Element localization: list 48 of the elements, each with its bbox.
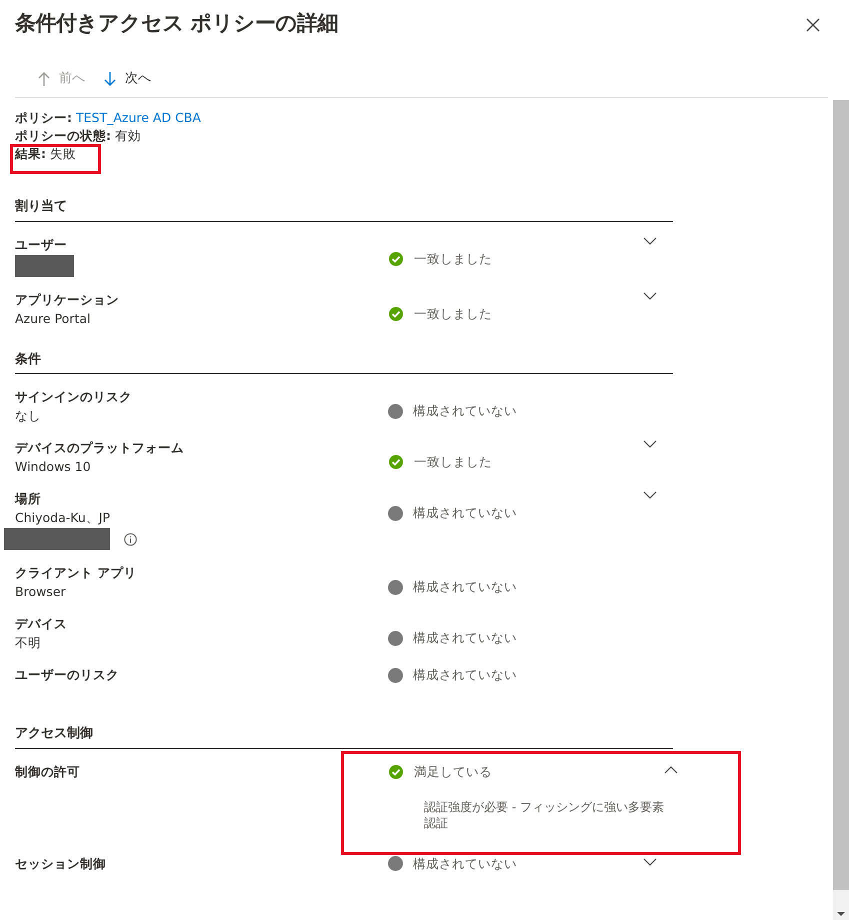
status-text: 一致しました (414, 250, 492, 268)
scroll-down-icon[interactable] (837, 912, 845, 916)
field-label: デバイス (15, 615, 68, 633)
policy-link[interactable]: TEST_Azure AD CBA (76, 109, 201, 127)
field-value: 不明 (15, 634, 42, 652)
field-label: アプリケーション (15, 290, 120, 308)
field-value: Browser (15, 583, 67, 601)
field-label: 結果: (15, 145, 46, 163)
status-text: 構成されていない (413, 629, 517, 647)
section-heading: 割り当て (15, 198, 68, 216)
status-text: 構成されていない (413, 578, 517, 596)
field-label: ポリシーの状態: (15, 127, 111, 145)
expand-chevron-icon[interactable] (643, 290, 657, 300)
info-icon[interactable] (124, 532, 137, 546)
expand-chevron-icon[interactable] (643, 236, 657, 246)
panel-title: 条件付きアクセス ポリシーの詳細 (15, 10, 338, 37)
field-label: サインインのリスク (15, 388, 133, 406)
status-text: 満足している (414, 762, 492, 780)
status-text: 構成されていない (413, 402, 517, 420)
status-text: 構成されていない (413, 504, 517, 522)
expand-chevron-icon[interactable] (643, 856, 657, 866)
scrollbar[interactable] (833, 100, 849, 920)
status-text: 構成されていない (413, 854, 517, 872)
field-label: ユーザー (15, 236, 68, 254)
field-label: セッション制御 (15, 854, 107, 872)
collapse-chevron-icon[interactable] (664, 764, 678, 774)
field-label: デバイスのプラットフォーム (15, 439, 185, 457)
status-text: 一致しました (414, 453, 492, 471)
field-value: 失敗 (50, 145, 76, 163)
close-button[interactable] (805, 17, 821, 33)
expand-chevron-icon[interactable] (643, 439, 657, 449)
expand-chevron-icon[interactable] (643, 490, 657, 500)
field-value: 有効 (115, 127, 141, 145)
field-value: なし (15, 407, 42, 425)
section-heading: アクセス制御 (15, 725, 94, 743)
field-label: ポリシー: (15, 109, 72, 127)
field-label: 制御の許可 (15, 762, 81, 780)
requirement-text: 認証強度が必要 - フィッシングに強い多要素認証 (424, 799, 664, 832)
field-label: ユーザーのリスク (15, 666, 120, 684)
status-text: 構成されていない (413, 666, 517, 684)
status-text: 一致しました (414, 304, 492, 322)
field-label: クライアント アプリ (15, 564, 138, 582)
next-button[interactable]: 次へ (103, 68, 151, 88)
field-value: Azure Portal (15, 310, 92, 328)
section-heading: 条件 (15, 350, 42, 368)
field-label: 場所 (15, 490, 42, 508)
field-value: Windows 10 (15, 458, 92, 476)
field-value: Chiyoda-Ku、JP (15, 509, 111, 527)
